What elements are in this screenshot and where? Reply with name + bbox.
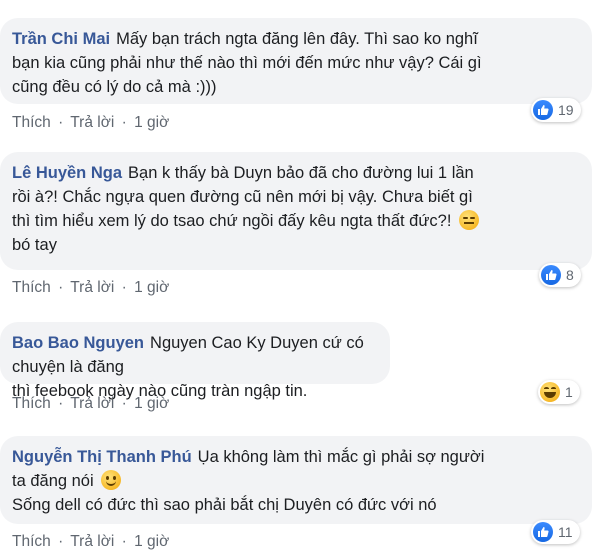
- comment-timestamp[interactable]: 1 giờ: [134, 533, 169, 550]
- reaction-summary[interactable]: 1: [538, 380, 580, 404]
- reaction-count: 11: [558, 524, 573, 540]
- reply-button[interactable]: Trả lời: [70, 114, 114, 131]
- comment-actions: Thích · Trả lời · 1 giờ: [12, 395, 169, 413]
- like-button[interactable]: Thích: [12, 395, 51, 412]
- comment-timestamp[interactable]: 1 giờ: [134, 279, 169, 296]
- comment-bubble: Bao Bao Nguyen Nguyen Cao Ky Duyen cứ có …: [0, 322, 390, 400]
- like-button[interactable]: Thích: [12, 114, 51, 131]
- like-icon: [533, 100, 553, 120]
- comment-actions: Thích · Trả lời · 1 giờ: [12, 114, 169, 132]
- reaction-count: 1: [565, 384, 573, 400]
- separator: ·: [121, 533, 127, 550]
- comment-author[interactable]: Nguyễn Thị Thanh Phú: [12, 448, 192, 466]
- smiling-emoji-icon: [101, 470, 122, 490]
- comment-timestamp[interactable]: 1 giờ: [134, 395, 169, 412]
- reaction-count: 19: [558, 102, 574, 118]
- separator: ·: [121, 279, 127, 296]
- reply-button[interactable]: Trả lời: [70, 279, 114, 296]
- reply-button[interactable]: Trả lời: [70, 395, 114, 412]
- haha-icon: [540, 382, 560, 402]
- expressionless-emoji-icon: [459, 210, 480, 230]
- comment-actions: Thích · Trả lời · 1 giờ: [12, 279, 169, 297]
- reaction-summary[interactable]: 19: [531, 98, 581, 122]
- separator: ·: [121, 395, 127, 412]
- comment-text-tail: bó tay: [12, 236, 57, 254]
- reaction-count: 8: [566, 267, 574, 283]
- like-icon: [541, 265, 561, 285]
- reply-button[interactable]: Trả lời: [70, 533, 114, 550]
- comment-bubble: Trần Chi Mai Mấy bạn trách ngta đăng lên …: [0, 18, 592, 104]
- separator: ·: [58, 279, 64, 296]
- comment-author[interactable]: Lê Huyền Nga: [12, 164, 122, 182]
- comment-bubble: Nguyễn Thị Thanh Phú Ụa không làm thì mắc…: [0, 436, 592, 524]
- comment-timestamp[interactable]: 1 giờ: [134, 114, 169, 131]
- reaction-summary[interactable]: 11: [531, 520, 580, 544]
- like-icon: [533, 522, 553, 542]
- comment-text-tail: Sống dell có đức thì sao phải bắt chị Du…: [12, 496, 437, 514]
- reaction-summary[interactable]: 8: [539, 263, 581, 287]
- comment-actions: Thích · Trả lời · 1 giờ: [12, 533, 169, 550]
- separator: ·: [58, 395, 64, 412]
- comment-bubble: Lê Huyền Nga Bạn k thấy bà Duyn bảo đã ch…: [0, 152, 592, 270]
- separator: ·: [58, 114, 64, 131]
- like-button[interactable]: Thích: [12, 533, 51, 550]
- separator: ·: [58, 533, 64, 550]
- separator: ·: [121, 114, 127, 131]
- like-button[interactable]: Thích: [12, 279, 51, 296]
- comment-author[interactable]: Trần Chi Mai: [12, 30, 110, 48]
- comment-author[interactable]: Bao Bao Nguyen: [12, 334, 144, 352]
